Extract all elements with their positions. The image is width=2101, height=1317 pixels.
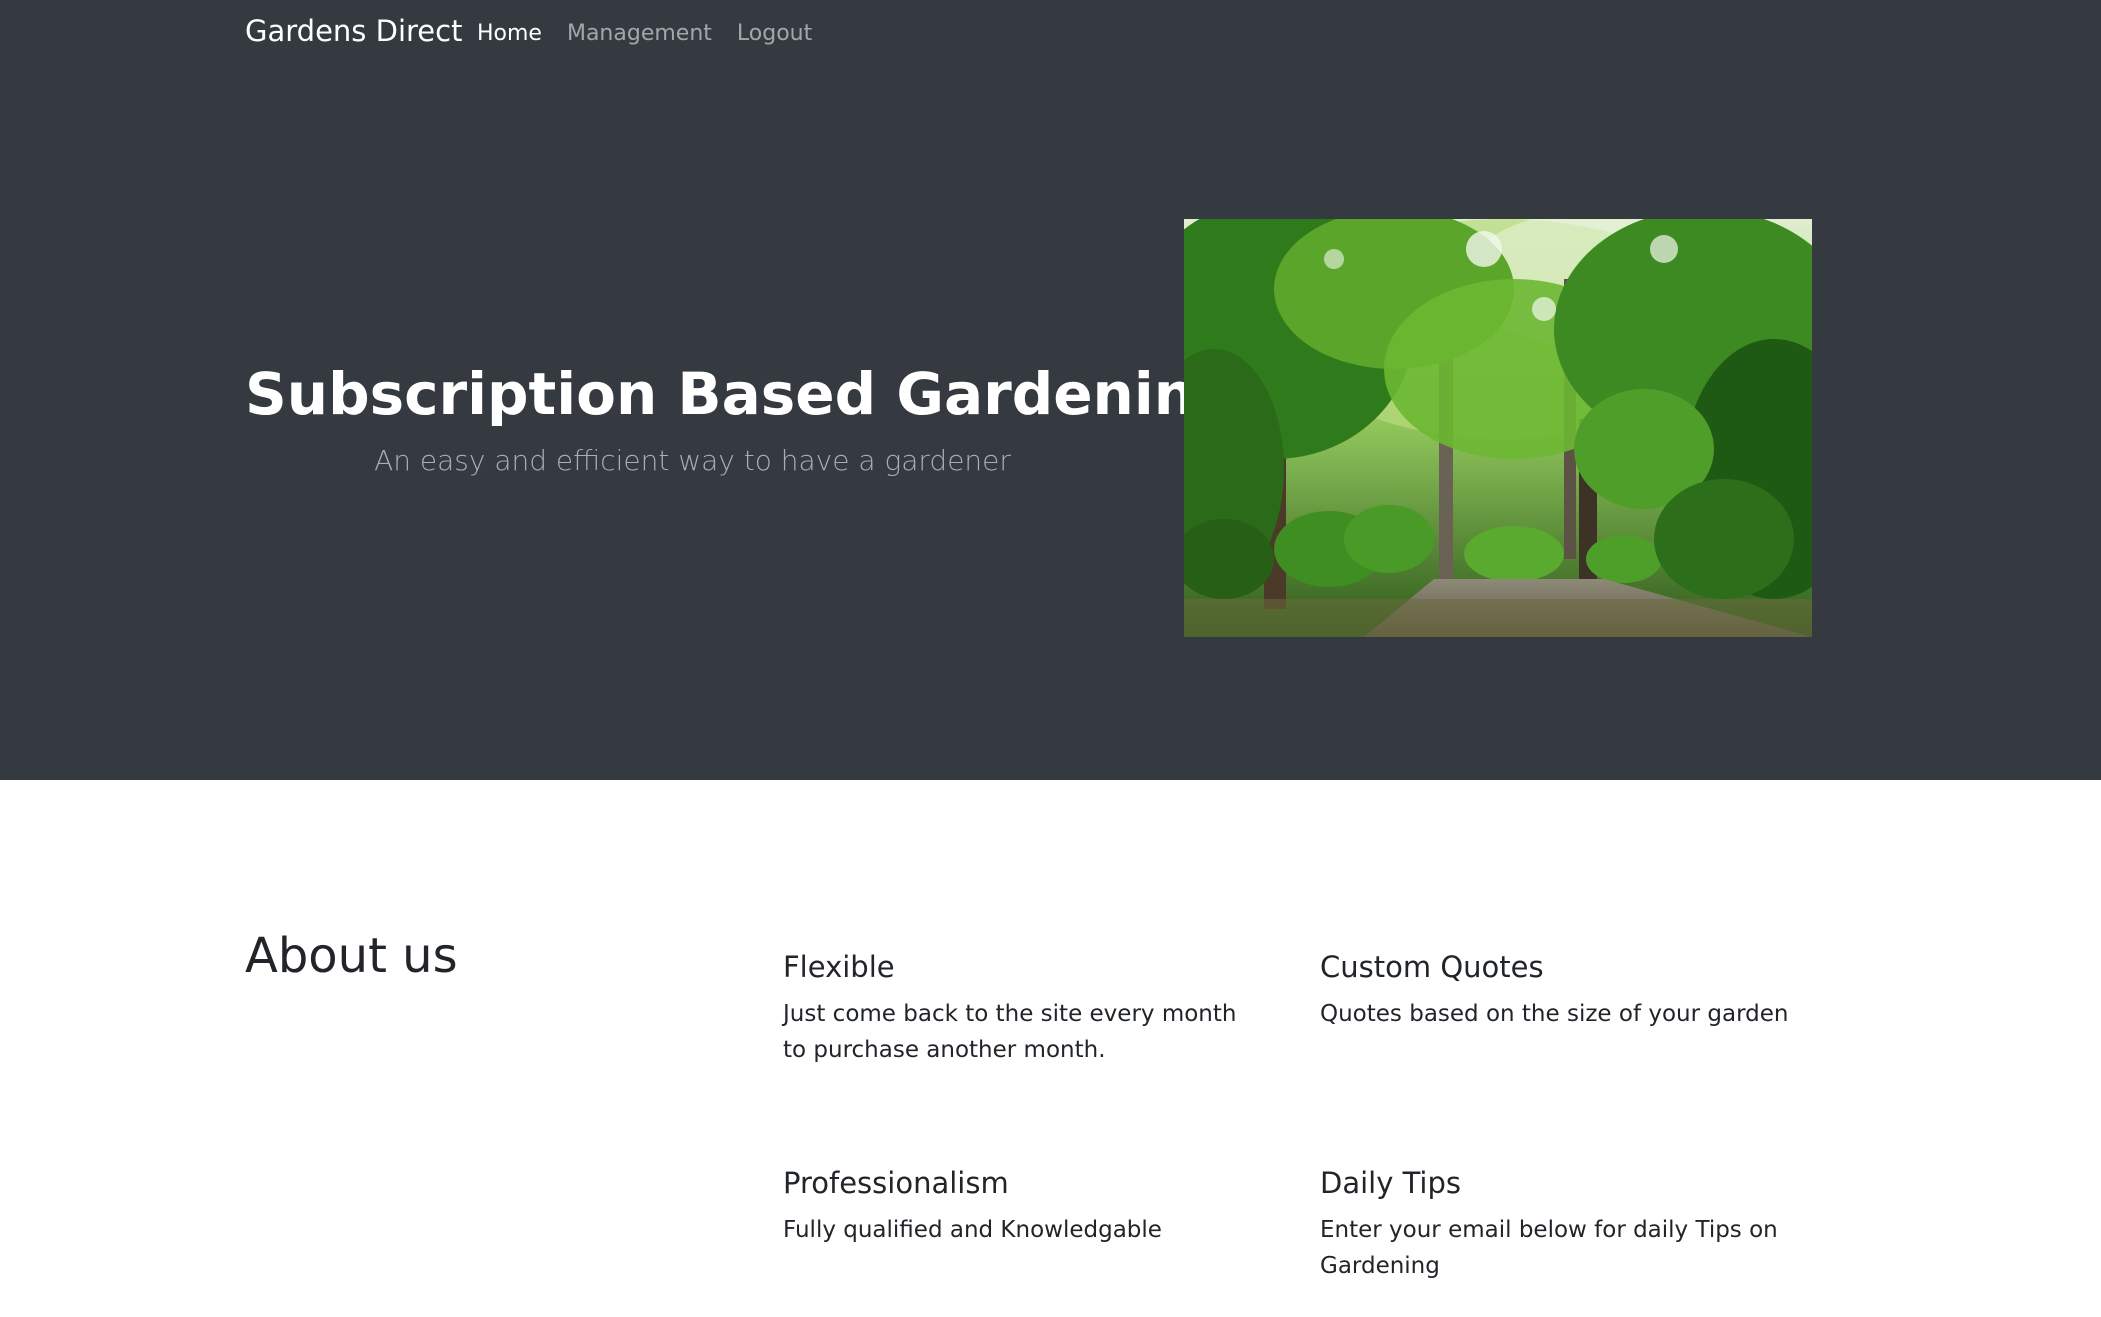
feature-title: Flexible [783,950,895,984]
feature-professionalism: Professionalism Fully qualified and Know… [783,1166,1263,1248]
hero-text: Subscription Based Gardening An easy and… [245,360,1237,477]
nav-link-logout[interactable]: Logout [737,21,812,46]
feature-title: Professionalism [783,1166,1009,1200]
feature-title: Custom Quotes [1320,950,1544,984]
feature-text: Quotes based on the size of your garden [1320,1001,1789,1027]
feature-custom-quotes: Custom Quotes Quotes based on the size o… [1320,950,1800,1032]
feature-flexible: Flexible Just come back to the site ever… [783,950,1263,1068]
garden-image [1184,219,1812,637]
nav-links: Home Management Logout [477,21,812,46]
nav-link-management[interactable]: Management [567,21,712,46]
hero-title: Subscription Based Gardening [245,360,1237,428]
nav-link-home[interactable]: Home [477,21,542,46]
feature-text: Just come back to the site every month t… [783,1001,1237,1063]
brand-link[interactable]: Gardens Direct [245,14,462,48]
hero-subtitle: An easy and efficient way to have a gard… [374,443,1011,477]
feature-text: Fully qualified and Knowledgable [783,1217,1162,1243]
navbar: Gardens Direct Home Management Logout [0,0,2101,70]
about-title: About us [245,928,458,984]
hero-section: Subscription Based Gardening An easy and… [0,70,2101,780]
about-section: About us Flexible Just come back to the … [0,780,2101,1317]
feature-daily-tips: Daily Tips Enter your email below for da… [1320,1166,1800,1284]
feature-text: Enter your email below for daily Tips on… [1320,1217,1778,1279]
feature-title: Daily Tips [1320,1166,1461,1200]
